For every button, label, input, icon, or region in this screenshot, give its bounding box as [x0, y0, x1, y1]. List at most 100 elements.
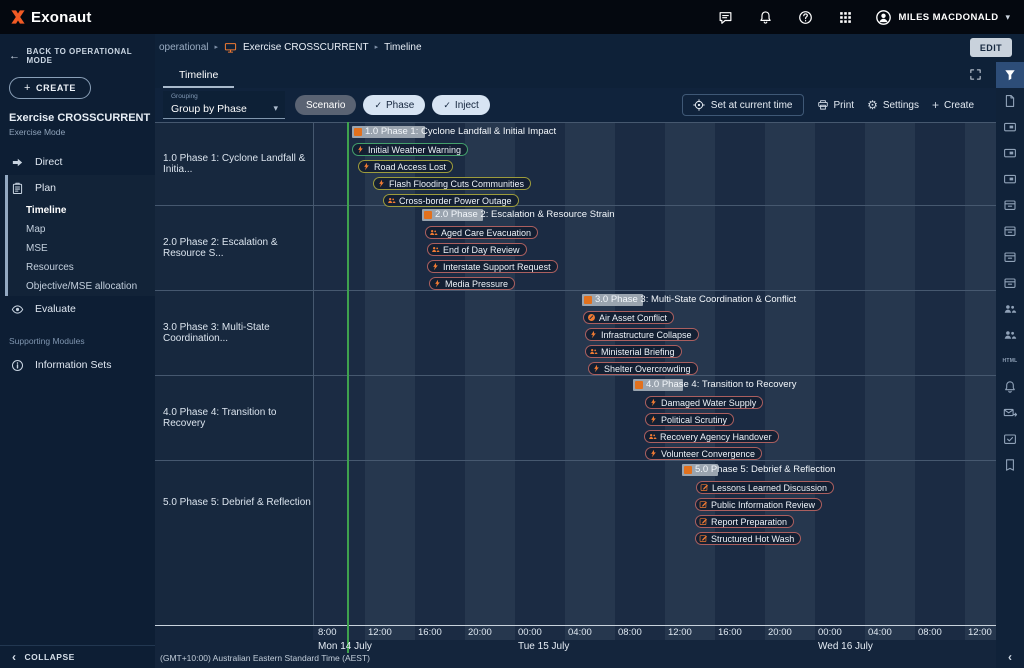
archive-icon — [1003, 250, 1017, 264]
mail-tool-button[interactable] — [996, 400, 1024, 426]
fullscreen-icon[interactable] — [969, 68, 982, 81]
inject-item[interactable]: Initial Weather Warning — [352, 143, 468, 156]
filter-tool-button[interactable] — [996, 62, 1024, 88]
inject-item[interactable]: Air Asset Conflict — [583, 311, 674, 324]
inject-item[interactable]: Cross-border Power Outage — [383, 194, 519, 207]
inject-item[interactable]: Interstate Support Request — [427, 260, 558, 273]
inject-item[interactable]: Shelter Overcrowding — [588, 362, 698, 375]
group-tool-button[interactable] — [996, 322, 1024, 348]
chat-icon[interactable] — [718, 10, 733, 25]
edit-icon — [699, 517, 708, 526]
inject-item[interactable]: Structured Hot Wash — [695, 532, 801, 545]
sidebar-item-evaluate[interactable]: Evaluate — [0, 296, 155, 322]
archive-icon — [1003, 276, 1017, 290]
chip-phase[interactable]: ✓Phase — [363, 95, 425, 115]
toolbar-right: Set at current time Print ⚙ Settings + C… — [682, 94, 974, 116]
breadcrumb-timeline[interactable]: Timeline — [384, 42, 421, 53]
inject-item[interactable]: Aged Care Evacuation — [425, 226, 538, 239]
sidebar-item-direct[interactable]: Direct — [0, 149, 155, 175]
bell-tool-button[interactable] — [996, 374, 1024, 400]
archive-tool-button[interactable] — [996, 244, 1024, 270]
sidebar-item-label: Information Sets — [35, 359, 111, 371]
timeline-toolbar: Grouping Group by Phase ▾ Scenario ✓Phase… — [155, 88, 996, 122]
settings-button[interactable]: ⚙ Settings — [867, 99, 919, 111]
inject-item[interactable]: Volunteer Convergence — [645, 447, 762, 460]
sidebar-item-objective-mse-allocation[interactable]: Objective/MSE allocation — [8, 277, 155, 296]
group-tool-button[interactable] — [996, 296, 1024, 322]
arrow-left-icon: ← — [9, 52, 21, 60]
html-tool-button[interactable]: HTML — [996, 348, 1024, 374]
inject-item[interactable]: Infrastructure Collapse — [585, 328, 699, 341]
chip-scenario[interactable]: Scenario — [295, 95, 356, 115]
book-tool-button[interactable] — [996, 452, 1024, 478]
breadcrumb-exercise[interactable]: Exercise CROSSCURRENT — [243, 42, 369, 53]
sidebar-item-resources[interactable]: Resources — [8, 258, 155, 277]
inject-label: Ministerial Briefing — [601, 347, 675, 357]
exercise-mode: Exercise Mode — [9, 127, 155, 137]
bolt-icon — [649, 449, 658, 458]
phase-label: 1.0 Phase 1: Cyclone Landfall & Initial … — [365, 126, 556, 138]
phase-label: 2.0 Phase 2: Escalation & Resource Strai… — [435, 209, 615, 221]
archive-icon — [1003, 198, 1017, 212]
inject-item[interactable]: Public Information Review — [695, 498, 822, 511]
sidebar-item-timeline[interactable]: Timeline — [8, 201, 155, 220]
back-button[interactable]: ← BACK TO OPERATIONAL MODE — [0, 34, 155, 65]
app-logo[interactable]: Exonaut — [10, 9, 92, 26]
book-icon — [1003, 458, 1017, 472]
archive-tool-button[interactable] — [996, 218, 1024, 244]
inject-label: Infrastructure Collapse — [601, 330, 692, 340]
inject-item[interactable]: Road Access Lost — [358, 160, 453, 173]
archive-icon — [1003, 224, 1017, 238]
help-icon[interactable] — [798, 10, 813, 25]
account-menu[interactable]: MILES MACDONALD ▾ — [875, 9, 1010, 26]
card-tool-button[interactable] — [996, 166, 1024, 192]
sidebar-item-mse[interactable]: MSE — [8, 239, 155, 258]
create-button[interactable]: + CREATE — [9, 77, 91, 99]
inject-item[interactable]: Ministerial Briefing — [585, 345, 682, 358]
inject-item[interactable]: Media Pressure — [429, 277, 515, 290]
collapse-button[interactable]: ‹ COLLAPSE — [0, 645, 155, 668]
cardcheck-tool-button[interactable] — [996, 426, 1024, 452]
print-button[interactable]: Print — [817, 99, 855, 111]
tab-timeline[interactable]: Timeline — [163, 63, 234, 88]
chip-label: Inject — [455, 100, 479, 111]
bell-icon[interactable] — [758, 10, 773, 25]
inject-item[interactable]: Recovery Agency Handover — [644, 430, 779, 443]
grid-band — [865, 122, 915, 640]
breadcrumb-separator-icon: ▸ — [214, 43, 218, 51]
axis-tick-label: 04:00 — [868, 625, 892, 640]
inject-item[interactable]: Political Scrutiny — [645, 413, 734, 426]
card-tool-button[interactable] — [996, 140, 1024, 166]
chip-inject[interactable]: ✓Inject — [432, 95, 489, 115]
sidebar-item-label: Direct — [35, 156, 62, 168]
people-icon — [387, 196, 396, 205]
inject-item[interactable]: Flash Flooding Cuts Communities — [373, 177, 531, 190]
archive-tool-button[interactable] — [996, 270, 1024, 296]
archive-tool-button[interactable] — [996, 192, 1024, 218]
filter-icon — [1003, 68, 1017, 82]
card-tool-button[interactable] — [996, 114, 1024, 140]
create-label: CREATE — [36, 83, 76, 93]
inject-label: Recovery Agency Handover — [660, 432, 772, 442]
grouping-select[interactable]: Grouping Group by Phase ▾ — [163, 91, 285, 119]
inject-item[interactable]: Report Preparation — [695, 515, 794, 528]
document-tool-button[interactable] — [996, 88, 1024, 114]
apps-icon[interactable] — [838, 10, 853, 25]
sidebar-item-information-sets[interactable]: Information Sets — [0, 352, 155, 378]
set-current-time-button[interactable]: Set at current time — [682, 94, 804, 116]
inject-label: Report Preparation — [711, 517, 787, 527]
cardcheck-icon — [1003, 432, 1017, 446]
decision-icon — [587, 313, 596, 322]
sidebar-item-map[interactable]: Map — [8, 220, 155, 239]
phase-icon — [424, 211, 432, 219]
create-timeline-item-button[interactable]: + Create — [932, 99, 974, 111]
rail-collapse-button[interactable]: ‹ — [996, 650, 1024, 664]
inject-item[interactable]: Lessons Learned Discussion — [696, 481, 834, 494]
sidebar-item-plan[interactable]: Plan — [8, 175, 155, 201]
axis-tick-label: 16:00 — [418, 625, 442, 640]
edit-button[interactable]: EDIT — [970, 38, 1012, 57]
inject-item[interactable]: Damaged Water Supply — [645, 396, 763, 409]
breadcrumb-operational[interactable]: operational — [159, 42, 208, 53]
collapse-label: COLLAPSE — [25, 652, 75, 662]
inject-item[interactable]: End of Day Review — [427, 243, 527, 256]
